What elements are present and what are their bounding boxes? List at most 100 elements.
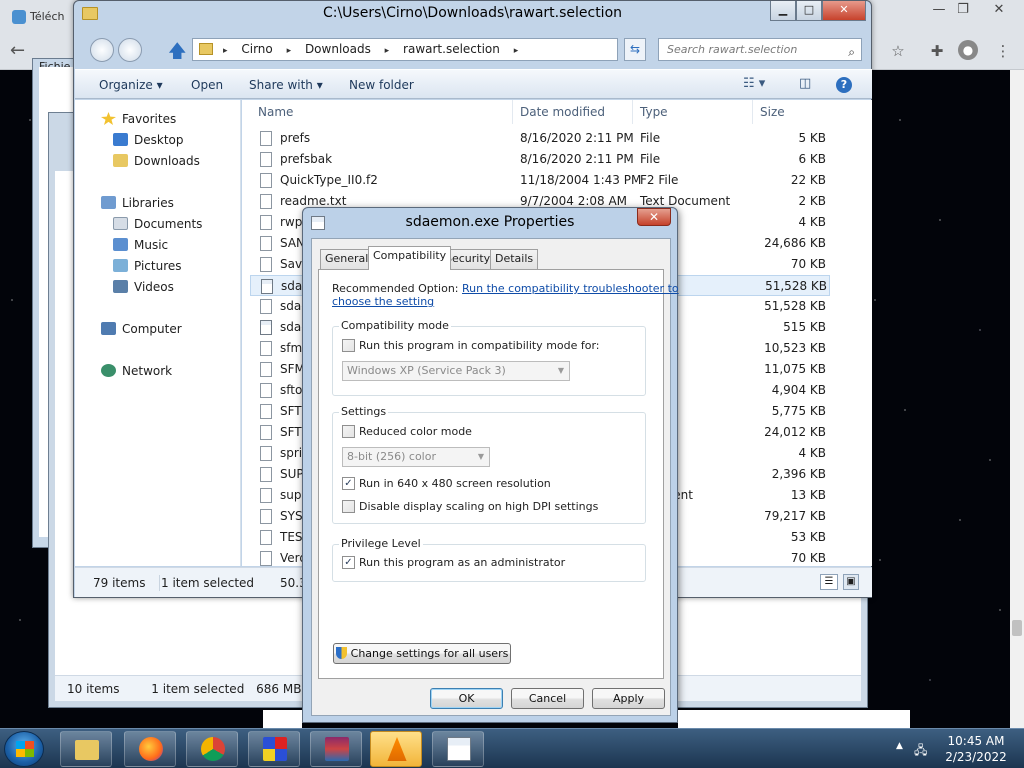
taskbar: ▲ 🖧 10:45 AM 2/23/2022 xyxy=(0,728,1024,768)
breadcrumb-chevron-icon[interactable]: ▸ xyxy=(514,46,519,56)
admin-label[interactable]: Run this program as an administrator xyxy=(359,556,565,569)
address-bar[interactable]: ▸ Cirno ▸ Downloads ▸ rawart.selection ▸… xyxy=(192,38,618,61)
status-divider xyxy=(159,575,160,591)
firefox-icon xyxy=(139,737,163,761)
column-separator[interactable] xyxy=(632,100,633,124)
organize-button[interactable]: Organize ▾ xyxy=(99,70,163,100)
nav-libraries[interactable]: Libraries xyxy=(101,194,174,212)
breadcrumb-item[interactable]: rawart.selection xyxy=(403,42,500,56)
column-size[interactable]: Size xyxy=(760,100,785,124)
nav-videos[interactable]: Videos xyxy=(113,278,174,296)
explorer-title: C:\Users\Cirno\Downloads\rawart.selectio… xyxy=(322,5,623,21)
column-separator[interactable] xyxy=(752,100,753,124)
clock[interactable]: 10:45 AM 2/23/2022 xyxy=(940,733,1012,765)
file-size: 79,217 KB xyxy=(764,509,826,523)
computer-icon xyxy=(101,322,116,335)
column-type[interactable]: Type xyxy=(640,100,668,124)
share-with-button[interactable]: Share with ▾ xyxy=(249,70,323,100)
page-scrollbar-thumb[interactable] xyxy=(1012,620,1022,636)
file-row[interactable]: prefs 8/16/2020 2:11 PM File 5 KB xyxy=(250,128,830,149)
breadcrumb-chevron-icon[interactable]: ▸ xyxy=(223,46,228,56)
os-select[interactable]: Windows XP (Service Pack 3) ▼ xyxy=(342,361,570,381)
breadcrumb-chevron-icon[interactable]: ▸ xyxy=(287,46,292,56)
help-icon[interactable]: ? xyxy=(836,77,852,93)
nav-downloads[interactable]: Downloads xyxy=(113,152,200,170)
res-640-checkbox[interactable]: ✓ xyxy=(342,477,355,490)
ok-button[interactable]: OK xyxy=(430,688,503,709)
details-view-icon[interactable]: ☰ xyxy=(820,574,838,590)
profile-avatar-icon[interactable]: ● xyxy=(958,40,980,62)
breadcrumb-chevron-icon[interactable]: ▸ xyxy=(385,46,390,56)
back-button[interactable] xyxy=(90,38,114,62)
maximize-button[interactable]: □ xyxy=(796,1,822,21)
browser-back-icon[interactable]: ← xyxy=(10,40,25,61)
apply-button[interactable]: Apply xyxy=(592,688,665,709)
browser-close-icon[interactable]: ✕ xyxy=(984,2,1014,17)
taskbar-winrar[interactable] xyxy=(310,731,362,767)
res-640-label[interactable]: Run in 640 x 480 screen resolution xyxy=(359,477,551,490)
column-name[interactable]: Name xyxy=(258,100,293,124)
taskbar-control-panel[interactable] xyxy=(248,731,300,767)
extensions-icon[interactable]: ✚ xyxy=(926,40,948,62)
column-separator[interactable] xyxy=(512,100,513,124)
cancel-button[interactable]: Cancel xyxy=(511,688,584,709)
up-arrow-icon[interactable]: 🡅 xyxy=(168,39,187,69)
nav-network[interactable]: Network xyxy=(101,362,172,380)
tab-general[interactable]: General xyxy=(320,249,374,269)
start-button[interactable] xyxy=(4,731,44,767)
nav-favorites[interactable]: Favorites xyxy=(101,110,176,128)
taskbar-chrome[interactable] xyxy=(186,731,238,767)
change-all-users-button[interactable]: Change settings for all users xyxy=(333,643,511,664)
reduced-color-checkbox[interactable] xyxy=(342,425,355,438)
pictures-icon xyxy=(113,259,128,272)
nav-label: Desktop xyxy=(134,133,184,147)
new-folder-button[interactable]: New folder xyxy=(349,70,414,100)
file-row[interactable]: prefsbak 8/16/2020 2:11 PM File 6 KB xyxy=(250,149,830,170)
browser-restore-icon[interactable]: ❐ xyxy=(948,2,978,17)
reduced-color-label[interactable]: Reduced color mode xyxy=(359,425,472,438)
nav-pictures[interactable]: Pictures xyxy=(113,257,182,275)
admin-checkbox[interactable]: ✓ xyxy=(342,556,355,569)
nav-desktop[interactable]: Desktop xyxy=(113,131,184,149)
nav-computer[interactable]: Computer xyxy=(101,320,182,338)
forward-button[interactable] xyxy=(118,38,142,62)
bookmark-star-icon[interactable]: ☆ xyxy=(887,40,909,62)
breadcrumb-item[interactable]: Downloads xyxy=(305,42,371,56)
dialog-close-button[interactable]: ✕ xyxy=(637,208,671,226)
compat-mode-checkbox[interactable] xyxy=(342,339,355,352)
page-scrollbar[interactable] xyxy=(1010,70,1024,728)
file-icon xyxy=(260,236,272,251)
view-options-icon[interactable]: ☷ ▾ xyxy=(743,76,765,91)
troubleshooter-link-continued[interactable]: choose the setting xyxy=(332,295,434,308)
troubleshooter-link[interactable]: Run the compatibility troubleshooter to xyxy=(462,282,679,295)
nav-music[interactable]: Music xyxy=(113,236,168,254)
vlc-icon xyxy=(387,737,407,761)
taskbar-explorer[interactable] xyxy=(60,731,112,767)
taskbar-properties-window[interactable] xyxy=(432,731,484,767)
preview-pane-icon[interactable]: ◫ xyxy=(799,76,811,91)
search-input[interactable]: Search rawart.selection ⌕ xyxy=(658,38,862,61)
tab-details[interactable]: Details xyxy=(490,249,539,269)
nav-documents[interactable]: Documents xyxy=(113,215,202,233)
column-date[interactable]: Date modified xyxy=(520,100,605,124)
taskbar-firefox[interactable] xyxy=(124,731,176,767)
browser-tab[interactable]: Téléch xyxy=(8,6,78,28)
minimize-button[interactable]: ▁ xyxy=(770,1,796,21)
open-button[interactable]: Open xyxy=(191,70,223,100)
network-tray-icon[interactable]: 🖧 xyxy=(914,741,927,762)
refresh-button[interactable]: ⇆ xyxy=(624,38,646,61)
browser-menu-icon[interactable]: ⋮ xyxy=(992,40,1014,62)
compat-mode-checkbox-label[interactable]: Run this program in compatibility mode f… xyxy=(359,339,600,352)
dpi-checkbox[interactable] xyxy=(342,500,355,513)
color-depth-select[interactable]: 8-bit (256) color ▼ xyxy=(342,447,490,467)
breadcrumb-item[interactable]: Cirno xyxy=(241,42,272,56)
file-size: 51,528 KB xyxy=(765,279,827,293)
dpi-label[interactable]: Disable display scaling on high DPI sett… xyxy=(359,500,598,513)
taskbar-vlc[interactable] xyxy=(370,731,422,767)
search-icon[interactable]: ⌕ xyxy=(848,42,855,63)
tray-expand-icon[interactable]: ▲ xyxy=(896,741,903,751)
close-button[interactable]: ✕ xyxy=(822,1,866,21)
tab-compatibility[interactable]: Compatibility xyxy=(368,246,452,270)
file-row[interactable]: QuickType_II0.f2 11/18/2004 1:43 PM F2 Fil… xyxy=(250,170,830,191)
large-icons-view-icon[interactable]: ▣ xyxy=(843,574,859,590)
